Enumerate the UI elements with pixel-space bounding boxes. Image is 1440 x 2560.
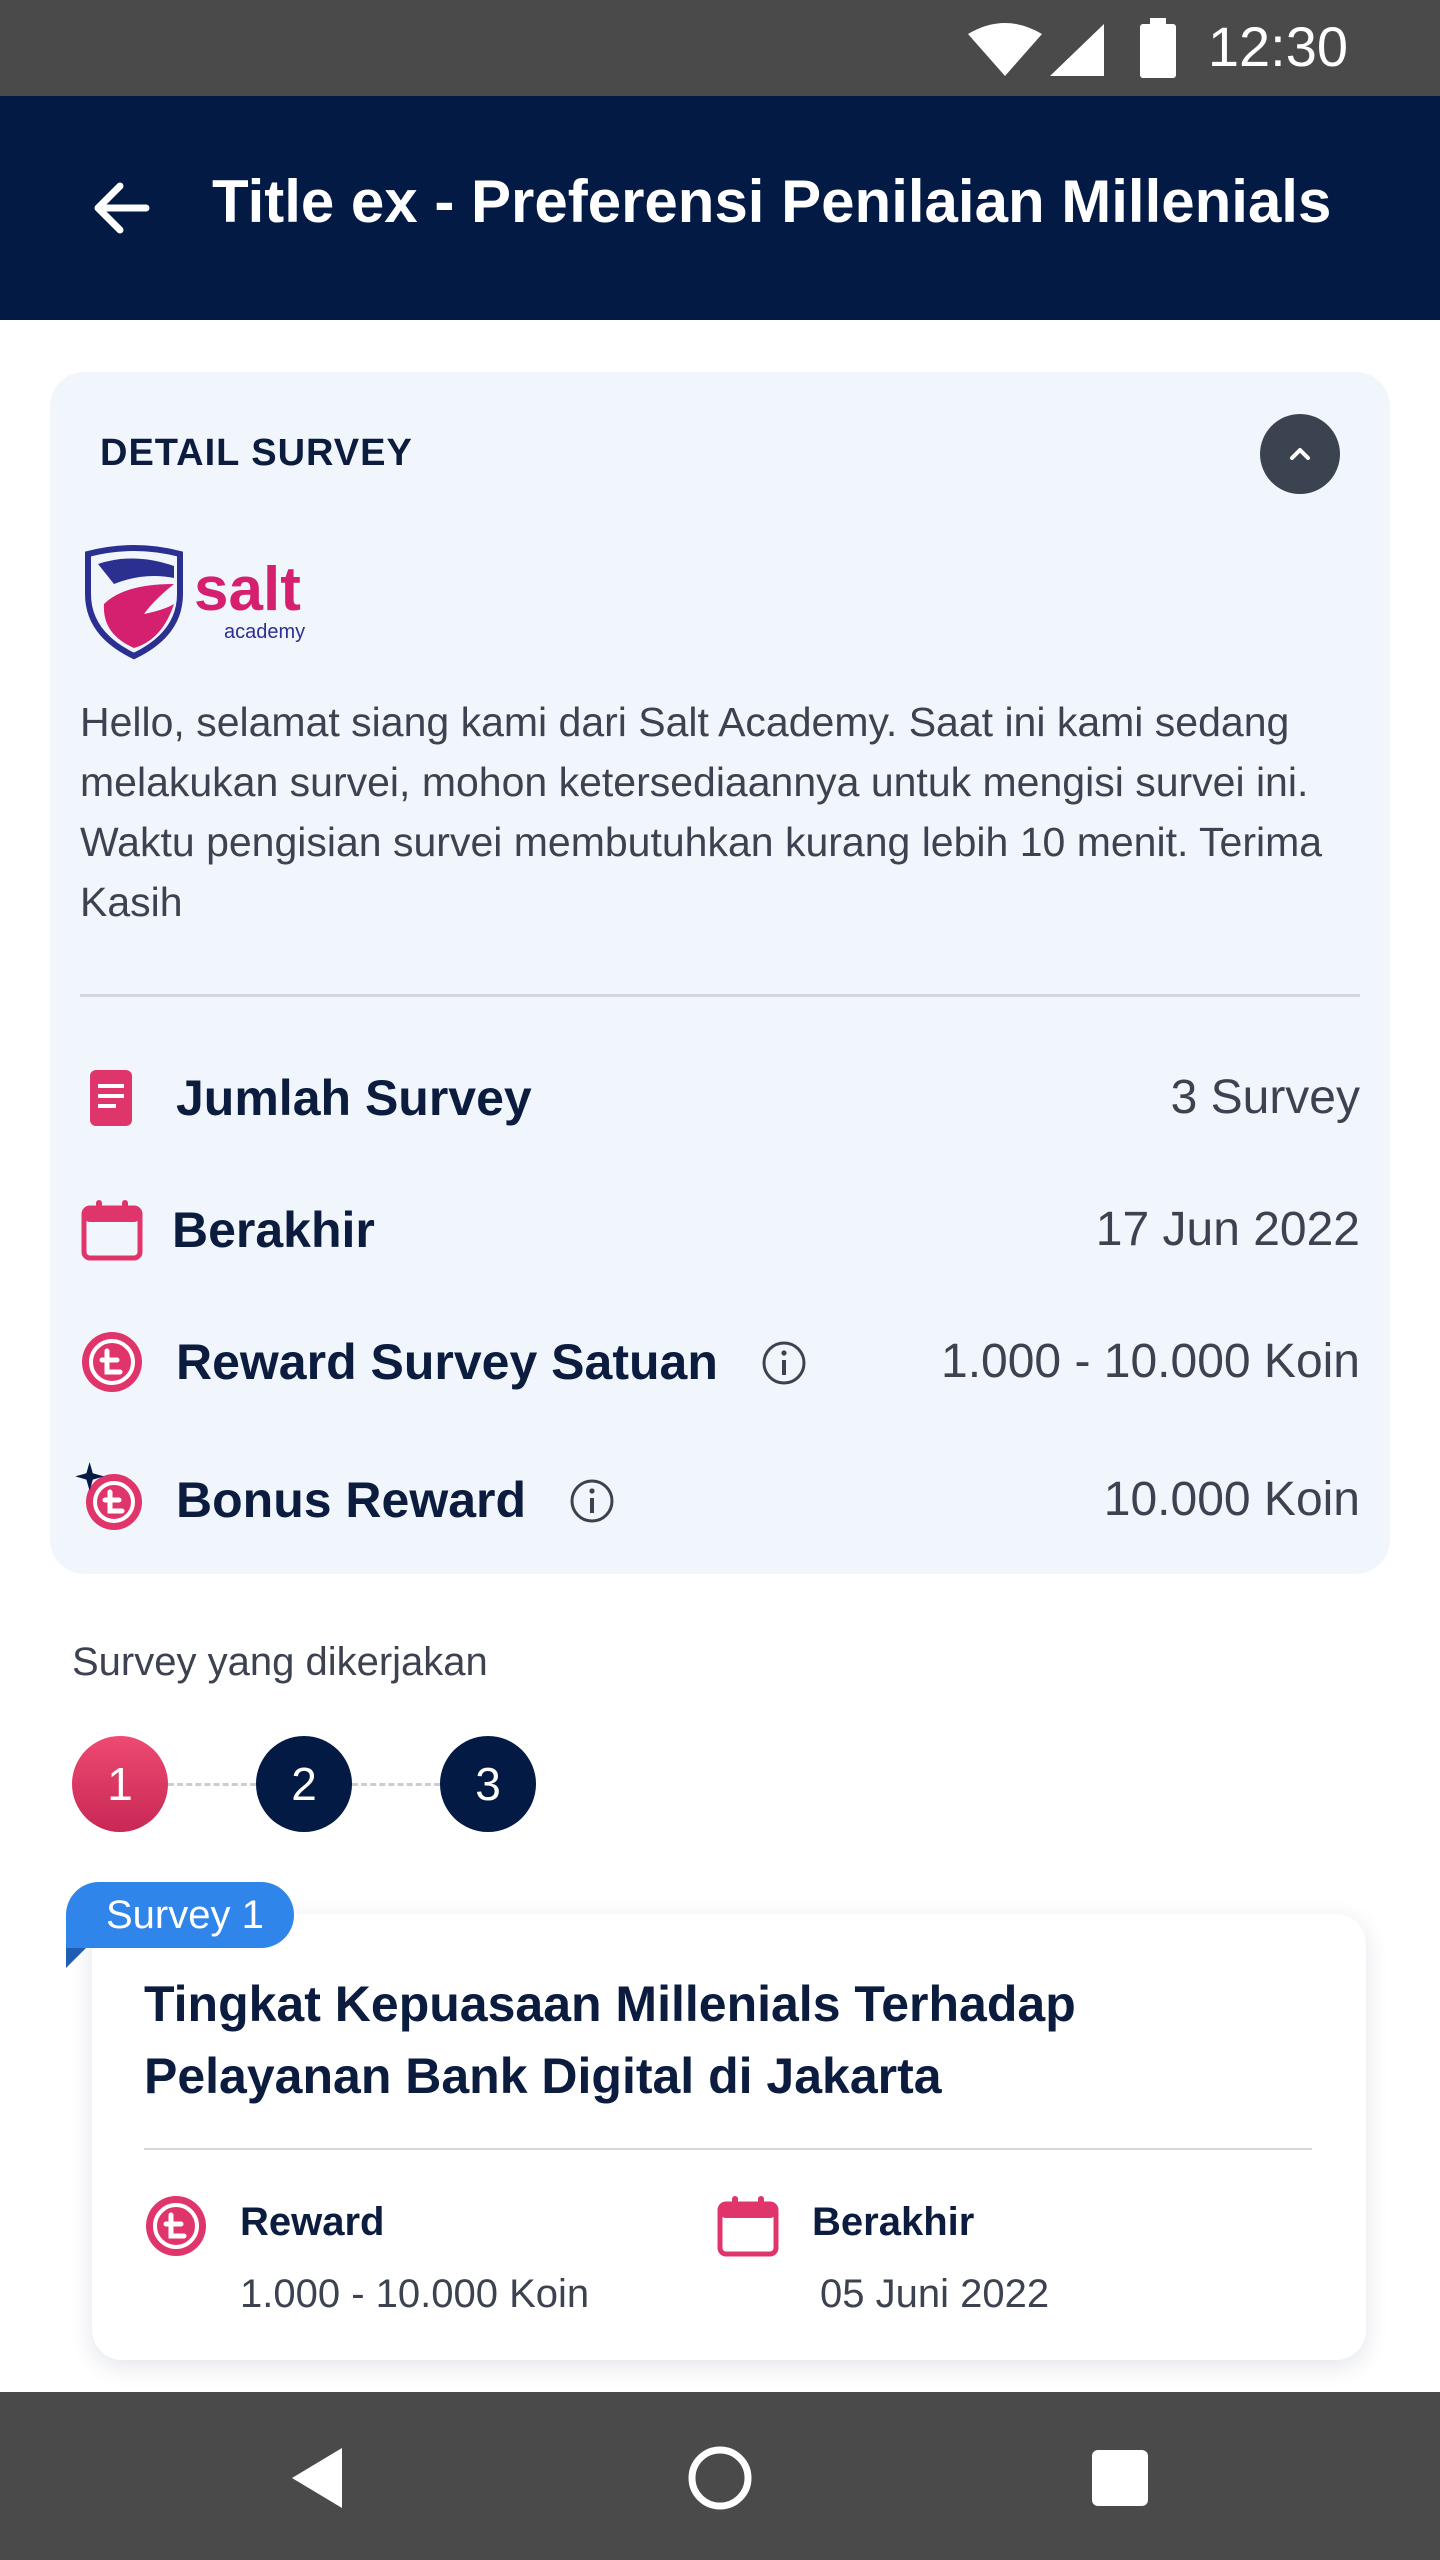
coin-icon <box>82 1332 142 1392</box>
status-time: 12:30 <box>1207 15 1348 78</box>
survey-badge: Survey 1 <box>66 1882 294 1948</box>
row-value: 1.000 - 10.000 Koin <box>941 1335 1360 1388</box>
row-label: Bonus Reward <box>176 1468 616 1532</box>
collapse-button[interactable] <box>1260 414 1340 494</box>
back-triangle-icon[interactable] <box>284 2442 356 2514</box>
battery-icon <box>1140 18 1176 78</box>
step-indicator: 1 2 3 <box>72 1736 592 1836</box>
info-icon[interactable] <box>568 1477 616 1525</box>
reward-value: 1.000 - 10.000 Koin <box>240 2272 590 2316</box>
survey-item-card[interactable]: Tingkat Kepuasaan Millenials Terhadap Pe… <box>92 1914 1366 2360</box>
info-icon[interactable] <box>760 1339 808 1387</box>
row-value: 10.000 Koin <box>1103 1473 1360 1526</box>
detail-survey-card: DETAIL SURVEY salt academy Hello, selama… <box>50 372 1390 1574</box>
badge-tail <box>66 1946 88 1968</box>
calendar-icon <box>81 1200 143 1261</box>
divider <box>80 994 1360 997</box>
step-3[interactable]: 3 <box>440 1736 536 1832</box>
row-label: Reward Survey Satuan <box>176 1330 808 1394</box>
progress-label: Survey yang dikerjakan <box>72 1640 488 1684</box>
row-berakhir: Berakhir 17 Jun 2022 <box>80 1188 1360 1268</box>
calendar-icon <box>717 2196 779 2257</box>
home-circle-icon[interactable] <box>684 2442 756 2514</box>
divider <box>144 2148 1312 2150</box>
row-value: 3 Survey <box>1170 1071 1360 1124</box>
recents-square-icon[interactable] <box>1084 2442 1156 2514</box>
cell-signal-icon <box>1050 24 1104 76</box>
row-bonus-reward: Bonus Reward 10.000 Koin <box>75 1458 1360 1538</box>
step-1[interactable]: 1 <box>72 1736 168 1832</box>
row-value: 17 Jun 2022 <box>1095 1203 1360 1256</box>
survey-title: Tingkat Kepuasaan Millenials Terhadap Pe… <box>144 1976 1076 2104</box>
salt-academy-logo: salt academy <box>85 545 305 660</box>
detail-heading: DETAIL SURVEY <box>100 432 413 474</box>
page-title: Title ex - Preferensi Penilaian Millenia… <box>212 168 1332 235</box>
step-2[interactable]: 2 <box>256 1736 352 1832</box>
system-nav-bar <box>0 2392 1440 2560</box>
row-label: Jumlah Survey <box>176 1070 532 1126</box>
end-label: Berakhir <box>812 2200 975 2244</box>
row-reward-satuan: Reward Survey Satuan 1.000 - 10.000 Koin <box>80 1320 1360 1400</box>
step-connector <box>352 1783 440 1786</box>
svg-text:academy: academy <box>224 621 305 643</box>
step-connector <box>168 1783 256 1786</box>
svg-text:salt: salt <box>194 555 301 624</box>
bonus-coin-icon <box>75 1462 142 1530</box>
wifi-icon <box>968 23 1042 76</box>
coin-icon <box>146 2196 206 2256</box>
end-value: 05 Juni 2022 <box>820 2272 1050 2316</box>
reward-label: Reward <box>240 2200 385 2244</box>
survey-description: Hello, selamat siang kami dari Salt Acad… <box>80 699 1323 925</box>
row-label: Berakhir <box>172 1202 375 1258</box>
status-bar: 12:30 <box>0 0 1440 96</box>
arrow-left-icon[interactable] <box>86 172 158 244</box>
chevron-up-icon <box>1290 448 1310 460</box>
app-bar: Title ex - Preferensi Penilaian Millenia… <box>0 96 1440 320</box>
row-jumlah-survey: Jumlah Survey 3 Survey <box>80 1056 1360 1136</box>
document-icon <box>90 1070 132 1126</box>
